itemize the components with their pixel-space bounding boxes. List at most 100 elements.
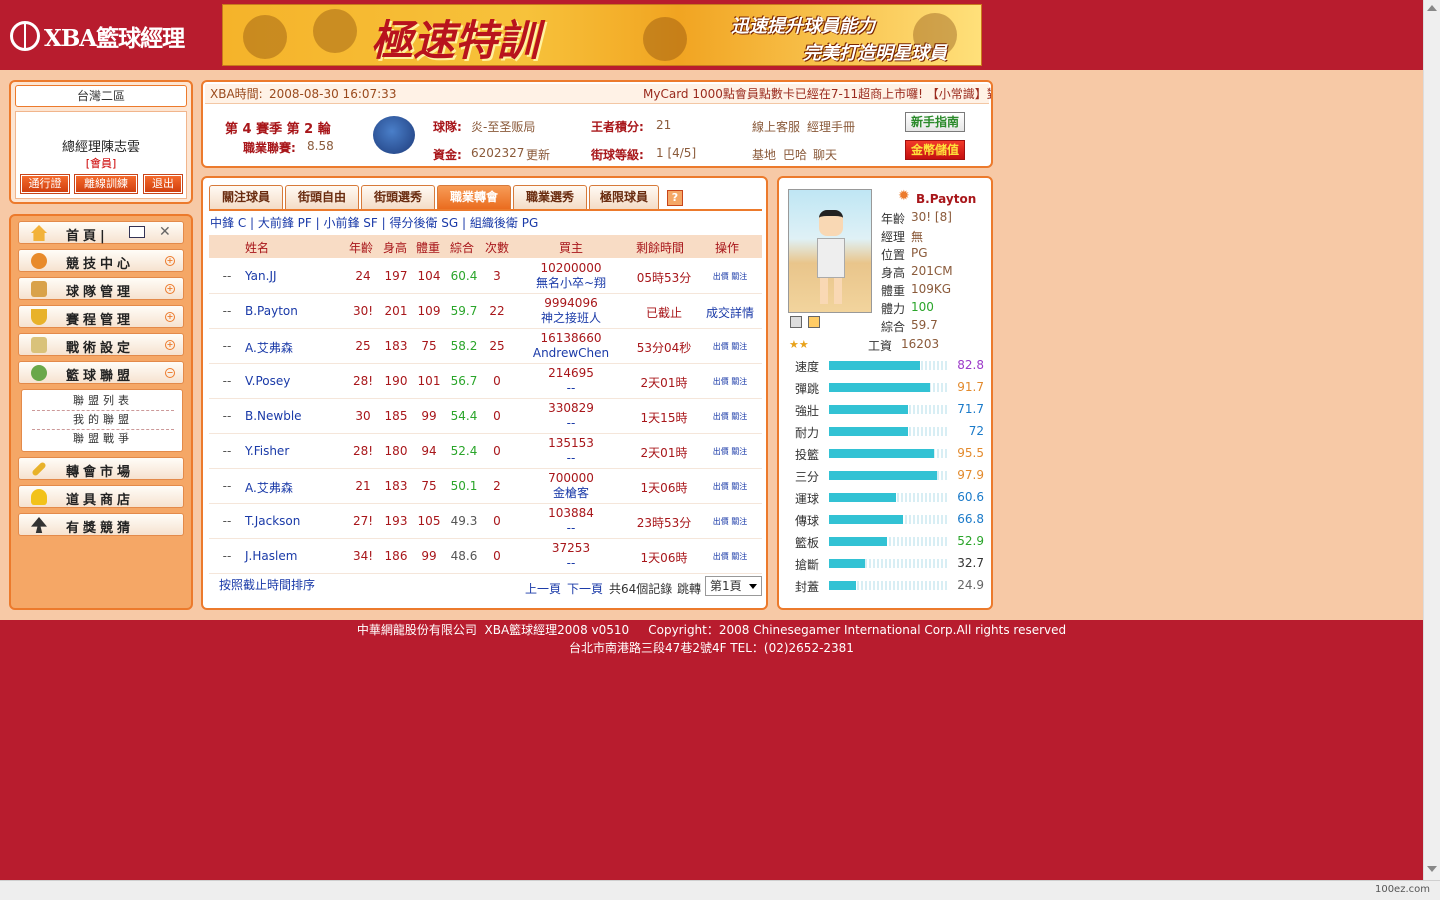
- bid-watch-links[interactable]: 出價 關注: [699, 411, 761, 422]
- passport-button[interactable]: 通行證: [20, 174, 70, 194]
- bid-watch-links[interactable]: 出價 關注: [699, 446, 761, 457]
- scroll-up-icon[interactable]: [1427, 5, 1437, 11]
- th-age[interactable]: 年齡: [349, 239, 373, 256]
- lock-icon[interactable]: [808, 316, 820, 328]
- manager-name[interactable]: 總經理陳志雲: [16, 136, 186, 155]
- nav-home[interactable]: 首頁| ✕: [18, 221, 184, 244]
- buyer-name[interactable]: 無名小卒~翔: [521, 276, 621, 291]
- stat-label: 強壯: [795, 404, 820, 418]
- link-online-support[interactable]: 線上客服: [752, 118, 800, 135]
- cell-buyer: 330829 --: [521, 401, 621, 431]
- nav-league[interactable]: 籃球聯盟 −: [18, 361, 184, 384]
- player-name-link[interactable]: B.Payton: [245, 304, 345, 318]
- bid-watch-links[interactable]: 出價 關注: [699, 551, 761, 562]
- tab-pro-draft[interactable]: 職業選秀: [513, 185, 587, 209]
- player-name-link[interactable]: A.艾弗森: [245, 339, 345, 356]
- th-overall[interactable]: 綜合: [450, 239, 474, 256]
- link-chat[interactable]: 聊天: [813, 146, 837, 163]
- submenu-my-league[interactable]: 我的聯盟: [32, 411, 174, 430]
- collapse-icon: −: [165, 368, 175, 378]
- cell-height: 185: [384, 409, 408, 423]
- nav-lottery[interactable]: 有獎競猜: [18, 513, 184, 536]
- bid-watch-links[interactable]: 出價 關注: [699, 516, 761, 527]
- th-count[interactable]: 次數: [485, 239, 509, 256]
- tab-extreme-players[interactable]: 極限球員: [589, 185, 659, 209]
- player-name-link[interactable]: Yan.JJ: [245, 269, 345, 283]
- page-select[interactable]: 第1頁: [705, 576, 762, 596]
- buyer-name[interactable]: --: [521, 381, 621, 396]
- stat-value: 82.8: [957, 358, 984, 372]
- nav-arena[interactable]: 競技中心 +: [18, 249, 184, 272]
- bid-watch-links[interactable]: 出價 關注: [699, 481, 761, 492]
- stat-row: 速度 82.8: [791, 355, 985, 377]
- link-bahamut[interactable]: 巴哈: [783, 146, 807, 163]
- tools-icon[interactable]: ✕: [159, 224, 171, 240]
- tab-street-free[interactable]: 街頭自由: [285, 185, 359, 209]
- tab-watched-players[interactable]: 關注球員: [209, 185, 283, 209]
- tab-pro-transfer[interactable]: 職業轉會: [437, 185, 511, 209]
- buyer-name[interactable]: 神之接班人: [521, 311, 621, 326]
- buyer-name[interactable]: --: [521, 416, 621, 431]
- prev-page-link[interactable]: 上一頁: [525, 580, 561, 597]
- news-ticker[interactable]: MyCard 1000點會員點數卡已經在7-11超商上市囉! 【小常識】對: [643, 84, 991, 104]
- banner-line-1: 迅速提升球員能力: [731, 16, 875, 37]
- vertical-scrollbar[interactable]: [1423, 0, 1440, 880]
- link-base[interactable]: 基地: [752, 146, 776, 163]
- buyer-name[interactable]: 金槍客: [521, 486, 621, 501]
- logout-button[interactable]: 退出: [143, 174, 183, 194]
- help-icon[interactable]: ?: [667, 190, 683, 206]
- team-name[interactable]: 炎-至圣贩局: [471, 118, 535, 135]
- buyer-name[interactable]: AndrewChen: [521, 346, 621, 361]
- promo-banner[interactable]: 極速特訓 迅速提升球員能力 完美打造明星球員: [222, 4, 982, 66]
- submenu-league-war[interactable]: 聯盟戰爭: [32, 430, 174, 449]
- next-page-link[interactable]: 下一頁: [567, 580, 603, 597]
- nav-tactics[interactable]: 戰術設定 +: [18, 333, 184, 356]
- buyer-name[interactable]: --: [521, 556, 621, 571]
- th-weight[interactable]: 體重: [416, 239, 440, 256]
- table-row: -- Yan.JJ 24 197 104 60.4 3 05時53分 10200000 無名小卒~…: [209, 259, 762, 294]
- player-name-link[interactable]: B.Newble: [245, 409, 345, 423]
- cell-age: 27!: [352, 514, 374, 528]
- player-name-link[interactable]: V.Posey: [245, 374, 345, 388]
- offline-training-button[interactable]: 離線訓練: [74, 174, 138, 194]
- link-manager-manual[interactable]: 經理手冊: [807, 118, 855, 135]
- nav-transfer-market[interactable]: 轉會市場: [18, 457, 184, 480]
- player-name-link[interactable]: T.Jackson: [245, 514, 345, 528]
- stat-bar-fill: [829, 581, 857, 590]
- nav-team[interactable]: 球隊管理 +: [18, 277, 184, 300]
- basketball-icon: [31, 253, 47, 269]
- card-icon[interactable]: [790, 316, 802, 328]
- field-label: 位置: [881, 248, 906, 262]
- buyer-name[interactable]: --: [521, 451, 621, 466]
- newbie-guide-button[interactable]: 新手指南: [905, 112, 965, 132]
- cell-weight: 105: [417, 514, 441, 528]
- sort-by-deadline-link[interactable]: 按照截止時間排序: [219, 576, 315, 593]
- gold-coins-icon: [31, 489, 47, 505]
- deal-details-link[interactable]: 成交詳情: [699, 304, 761, 321]
- bid-watch-links[interactable]: 出價 關注: [699, 376, 761, 387]
- xba-logo[interactable]: XBA籃球經理: [10, 18, 195, 54]
- nav-item-shop[interactable]: 道具商店: [18, 485, 184, 508]
- stat-row: 強壯 71.7: [791, 399, 985, 421]
- team-logo-icon[interactable]: [373, 116, 415, 154]
- gold-topup-button[interactable]: 金幣儲值: [905, 140, 965, 160]
- submenu-league-list[interactable]: 聯盟列表: [32, 392, 174, 411]
- bid-watch-links[interactable]: 出價 關注: [699, 271, 761, 282]
- stat-bar: [829, 537, 949, 546]
- tab-street-draft[interactable]: 街頭選秀: [361, 185, 435, 209]
- funds-refresh-link[interactable]: 更新: [526, 146, 550, 163]
- player-name-link[interactable]: J.Haslem: [245, 549, 345, 563]
- player-name-link[interactable]: A.艾弗森: [245, 479, 345, 496]
- position-filter[interactable]: 中鋒 C | 大前鋒 PF | 小前鋒 SF | 得分後衛 SG | 組織後衛 …: [210, 214, 538, 231]
- th-name[interactable]: 姓名: [245, 239, 269, 256]
- player-name-link[interactable]: Y.Fisher: [245, 444, 345, 458]
- nav-schedule[interactable]: 賽程管理 +: [18, 305, 184, 328]
- mail-icon[interactable]: [129, 226, 145, 238]
- stat-bar: [829, 471, 949, 480]
- th-remaining[interactable]: 剩餘時間: [636, 239, 684, 256]
- th-height[interactable]: 身高: [383, 239, 407, 256]
- buyer-name[interactable]: --: [521, 521, 621, 536]
- scroll-down-icon[interactable]: [1427, 866, 1437, 872]
- bid-watch-links[interactable]: 出價 關注: [699, 341, 761, 352]
- table-row: -- J.Haslem 34! 186 99 48.6 0 1天06時 37253 -- 出價 關注: [209, 539, 762, 574]
